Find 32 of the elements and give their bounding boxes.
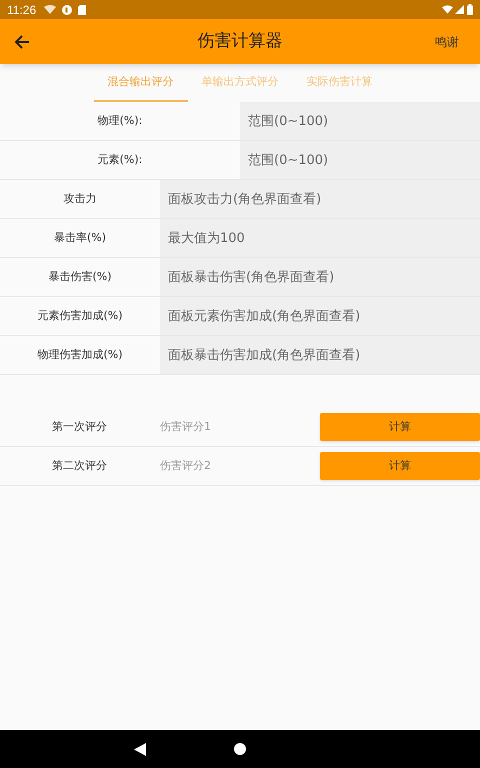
input-field[interactable]: 面板暴击伤害加成(角色界面查看) — [160, 336, 480, 374]
field-label: 物理伤害加成(%) — [36, 346, 124, 363]
input-field[interactable]: 面板元素伤害加成(角色界面查看) — [160, 297, 480, 335]
battery-icon — [467, 4, 473, 15]
signal-icon — [455, 5, 464, 14]
input-field[interactable]: 范围(0~100) — [240, 102, 480, 140]
calculate-button[interactable]: 计算 — [320, 413, 480, 441]
score-label: 第一次评分 — [51, 418, 108, 435]
thanks-button[interactable]: 鸣谢 — [414, 19, 480, 64]
back-triangle-icon[interactable] — [134, 742, 146, 756]
wifi-icon — [442, 5, 453, 14]
home-circle-icon[interactable] — [234, 743, 246, 755]
input-field[interactable]: 最大值为100 — [160, 219, 480, 257]
field-label: 暴击伤害(%) — [47, 268, 113, 285]
input-field[interactable]: 面板暴击伤害(角色界面查看) — [160, 258, 480, 296]
calculate-button[interactable]: 计算 — [320, 452, 480, 480]
status-time: 11:26 — [7, 2, 36, 18]
field-label: 物理(%): — [96, 112, 144, 129]
wifi-icon — [44, 5, 56, 14]
score-result: 伤害评分1 — [160, 418, 212, 435]
app-title: 伤害计算器 — [198, 30, 282, 53]
score-result: 伤害评分2 — [160, 458, 212, 474]
field-label: 暴击率(%) — [52, 230, 108, 246]
field-label: 攻击力 — [62, 190, 98, 207]
input-field[interactable]: 面板攻击力(角色界面查看) — [160, 180, 480, 218]
circle-icon — [62, 4, 72, 14]
score-label: 第二次评分 — [51, 458, 108, 474]
back-arrow-icon — [14, 34, 30, 50]
field-label: 元素(%): — [96, 152, 144, 168]
field-label: 元素伤害加成(%) — [36, 308, 124, 324]
sd-card-icon — [78, 4, 86, 14]
input-field[interactable]: 范围(0~100) — [240, 141, 480, 179]
